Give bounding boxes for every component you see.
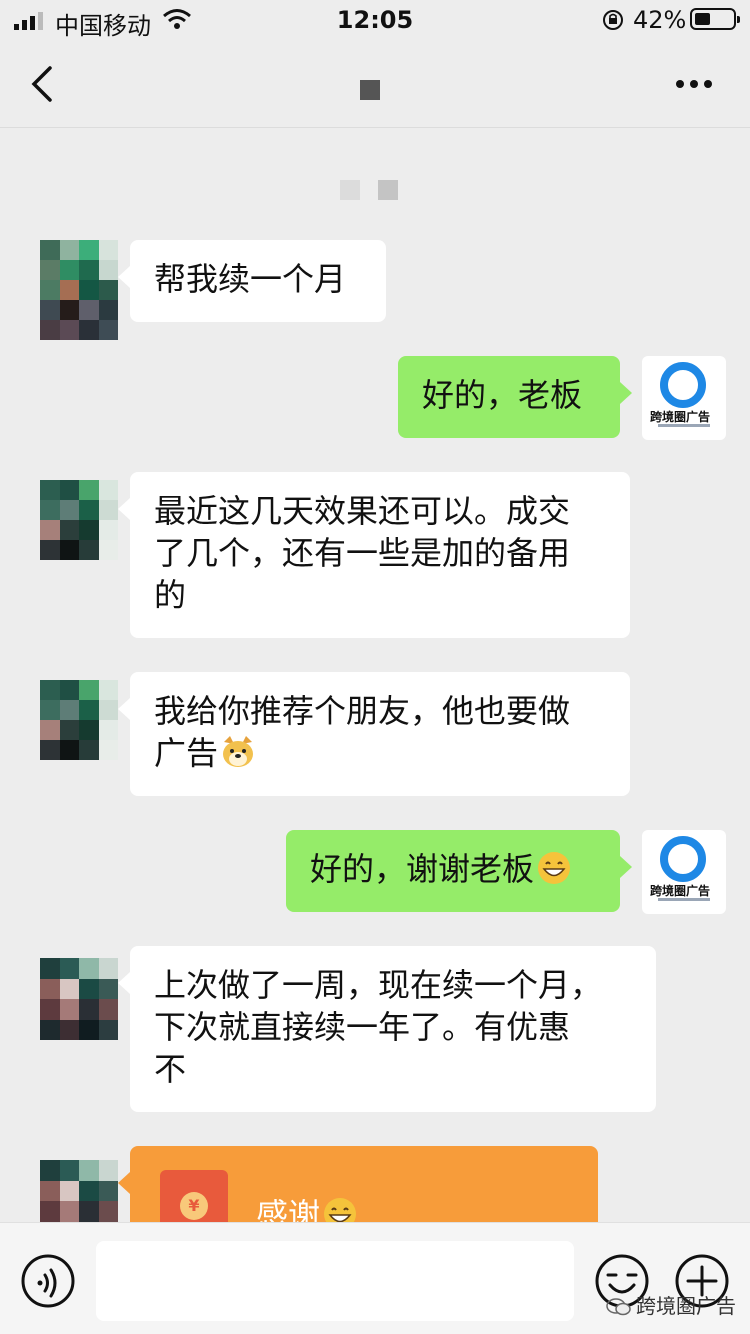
- brand-avatar-text: 跨境圈广告: [650, 884, 711, 898]
- contact-avatar[interactable]: [40, 1160, 118, 1222]
- message-input[interactable]: [96, 1241, 574, 1321]
- message-bubble-outgoing[interactable]: 好的，谢谢老板: [286, 830, 632, 912]
- redacted-block: [378, 180, 398, 200]
- brand-logo-icon: [660, 836, 706, 882]
- message-text: 帮我续一个月: [154, 260, 347, 298]
- message-text: 广告: [154, 734, 219, 772]
- battery-icon: [690, 8, 740, 30]
- grin-emoji-icon: [538, 852, 571, 884]
- message-text: 好的，谢谢老板: [310, 850, 535, 888]
- doge-emoji-icon: [223, 736, 254, 767]
- message-text-line: 不: [154, 1050, 187, 1088]
- message-bubble-incoming[interactable]: 帮我续一个月: [118, 240, 386, 322]
- watermark-text: 跨境圈广告: [636, 1294, 736, 1318]
- message-text-line: 上次做了一周，现在续一个月，: [154, 966, 603, 1004]
- message-bubble-incoming[interactable]: 最近这几天效果还可以。成交 了几个，还有一些是加的备用 的: [118, 472, 630, 638]
- message-bubble-incoming[interactable]: 上次做了一周，现在续一个月， 下次就直接续一年了。有优惠 不: [118, 946, 656, 1112]
- message-text-line: 最近这几天效果还可以。成交: [154, 492, 571, 530]
- brand-subtitle-line: [658, 424, 710, 427]
- message-bubble-outgoing[interactable]: 好的，老板: [398, 356, 632, 438]
- redacted-block: [340, 180, 360, 200]
- battery-fill: [695, 13, 710, 25]
- chevron-left-icon[interactable]: [24, 62, 64, 106]
- battery-percent: 42%: [633, 6, 687, 34]
- contact-avatar[interactable]: [40, 680, 118, 760]
- message-text-line: 我给你推荐个朋友，他也要做: [154, 692, 571, 730]
- ellipsis-icon[interactable]: [672, 70, 716, 98]
- brand-logo-icon: [660, 362, 706, 408]
- brand-avatar[interactable]: 跨境圈广告: [642, 830, 726, 914]
- battery-tip: [737, 16, 740, 23]
- message-text-line: 广告: [154, 732, 606, 774]
- rotation-lock-icon: [603, 10, 623, 30]
- message-text-line: 下次就直接续一年了。有优惠: [154, 1008, 571, 1046]
- status-bar: 中国移动 12:05 42%: [0, 0, 750, 40]
- chat-header: [0, 40, 750, 128]
- contact-avatar[interactable]: [40, 480, 118, 560]
- message-text-line: 的: [154, 576, 187, 614]
- contact-avatar[interactable]: [40, 240, 118, 340]
- message-text: 好的，老板: [422, 376, 583, 414]
- wechat-icon: [606, 1298, 631, 1316]
- brand-avatar-text: 跨境圈广告: [650, 410, 711, 424]
- brand-subtitle-line: [658, 898, 710, 901]
- brand-avatar[interactable]: 跨境圈广告: [642, 356, 726, 440]
- message-text-line: 了几个，还有一些是加的备用: [154, 534, 571, 572]
- contact-name-redacted: [360, 80, 380, 100]
- voice-icon[interactable]: [20, 1253, 76, 1309]
- contact-avatar[interactable]: [40, 958, 118, 1040]
- message-bubble-incoming[interactable]: 我给你推荐个朋友，他也要做 广告: [118, 672, 630, 796]
- watermark: 跨境圈广告: [606, 1290, 736, 1319]
- red-packet-coin: ¥: [180, 1192, 208, 1220]
